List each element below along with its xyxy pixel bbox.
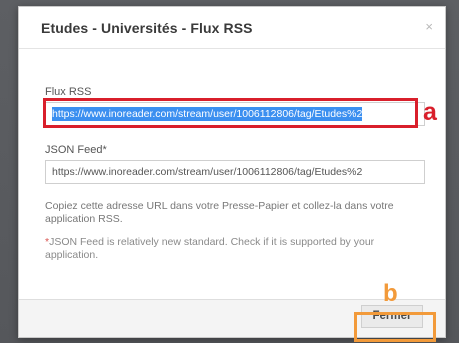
json-feed-note: *JSON Feed is relatively new standard. C… [45, 236, 430, 262]
rss-label: Flux RSS [45, 86, 92, 98]
dialog-title: Etudes - Universités - Flux RSS [41, 20, 253, 36]
json-feed-url-text[interactable]: https://www.inoreader.com/stream/user/10… [52, 166, 362, 178]
copy-instructions: Copiez cette adresse URL dans votre Pres… [45, 200, 394, 225]
annotation-box-a [43, 98, 418, 128]
close-icon[interactable]: × [425, 20, 433, 34]
annotation-box-b [354, 312, 436, 342]
json-feed-url-field[interactable]: https://www.inoreader.com/stream/user/10… [45, 160, 425, 184]
rss-feed-dialog: Etudes - Universités - Flux RSS × Flux R… [18, 6, 446, 338]
json-feed-label: JSON Feed* [45, 144, 107, 156]
dialog-header: Etudes - Universités - Flux RSS × [19, 7, 445, 49]
json-note-text: JSON Feed is relatively new standard. Ch… [45, 236, 375, 261]
annotation-label-b: b [383, 280, 398, 307]
annotation-label-a: a [423, 98, 437, 126]
